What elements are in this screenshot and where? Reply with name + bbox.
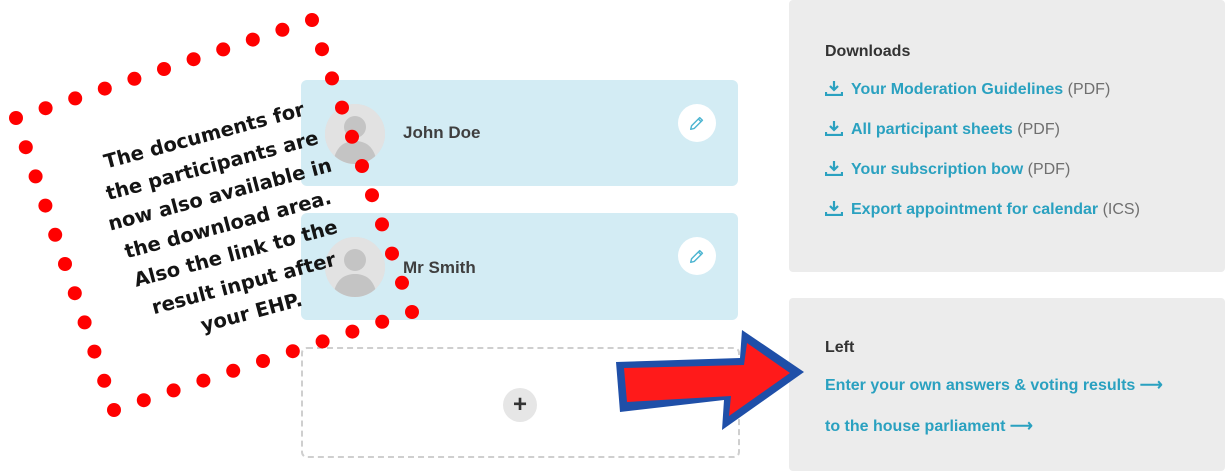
red-dot [275, 22, 290, 37]
file-type: (PDF) [1067, 81, 1111, 98]
download-participant-sheets[interactable]: All participant sheets (PDF) [825, 120, 1060, 139]
downloads-heading: Downloads [825, 43, 911, 60]
red-dot [97, 81, 112, 96]
house-parliament-link[interactable]: to the house parliament ⟶ [825, 416, 1033, 436]
red-dot [245, 32, 260, 47]
download-icon [825, 81, 843, 96]
download-icon [825, 121, 843, 136]
left-heading: Left [825, 339, 855, 356]
file-type: (PDF) [1027, 161, 1071, 178]
downloads-panel: Downloads Your Moderation Guidelines (PD… [789, 0, 1225, 272]
red-dot [136, 393, 151, 408]
red-dot [216, 42, 231, 57]
add-participant-card[interactable]: + [301, 347, 740, 458]
red-dot [38, 101, 53, 116]
file-type: (PDF) [1017, 121, 1060, 138]
red-dot [345, 324, 360, 339]
red-dot [315, 42, 329, 57]
red-dot [226, 363, 241, 378]
red-dot [166, 383, 181, 398]
download-icon [825, 161, 843, 176]
edit-participant-button[interactable] [678, 104, 716, 142]
download-link-label[interactable]: Export appointment for calendar [851, 201, 1098, 218]
red-dot [107, 403, 121, 417]
download-link-label[interactable]: All participant sheets [851, 121, 1013, 138]
left-panel: Left Enter your own answers & voting res… [789, 298, 1225, 471]
annotation-note: The documents for the participants are n… [0, 67, 458, 382]
red-dot [196, 373, 211, 388]
red-dot [97, 373, 112, 388]
page: John Doe Mr Smith + Downloads Your Moder… [0, 0, 1225, 471]
download-link-label[interactable]: Your subscription bow [851, 161, 1023, 178]
red-dot [285, 344, 300, 359]
export-calendar-appointment[interactable]: Export appointment for calendar (ICS) [825, 200, 1140, 219]
red-dot [256, 354, 270, 368]
download-subscription-bow[interactable]: Your subscription bow (PDF) [825, 160, 1070, 179]
red-dot [127, 71, 142, 86]
red-dot [18, 140, 33, 155]
red-dot [305, 13, 319, 27]
red-dot [186, 52, 201, 67]
enter-results-link[interactable]: Enter your own answers & voting results … [825, 375, 1163, 395]
pencil-icon [689, 116, 704, 131]
file-type: (ICS) [1102, 201, 1140, 218]
pencil-icon [689, 249, 704, 264]
red-dot [9, 111, 23, 125]
download-moderation-guidelines[interactable]: Your Moderation Guidelines (PDF) [825, 80, 1110, 99]
edit-participant-button[interactable] [678, 237, 716, 275]
download-icon [825, 201, 843, 216]
download-link-label[interactable]: Your Moderation Guidelines [851, 81, 1063, 98]
red-dot [157, 62, 171, 76]
red-dot [68, 91, 83, 106]
plus-icon[interactable]: + [503, 388, 537, 422]
